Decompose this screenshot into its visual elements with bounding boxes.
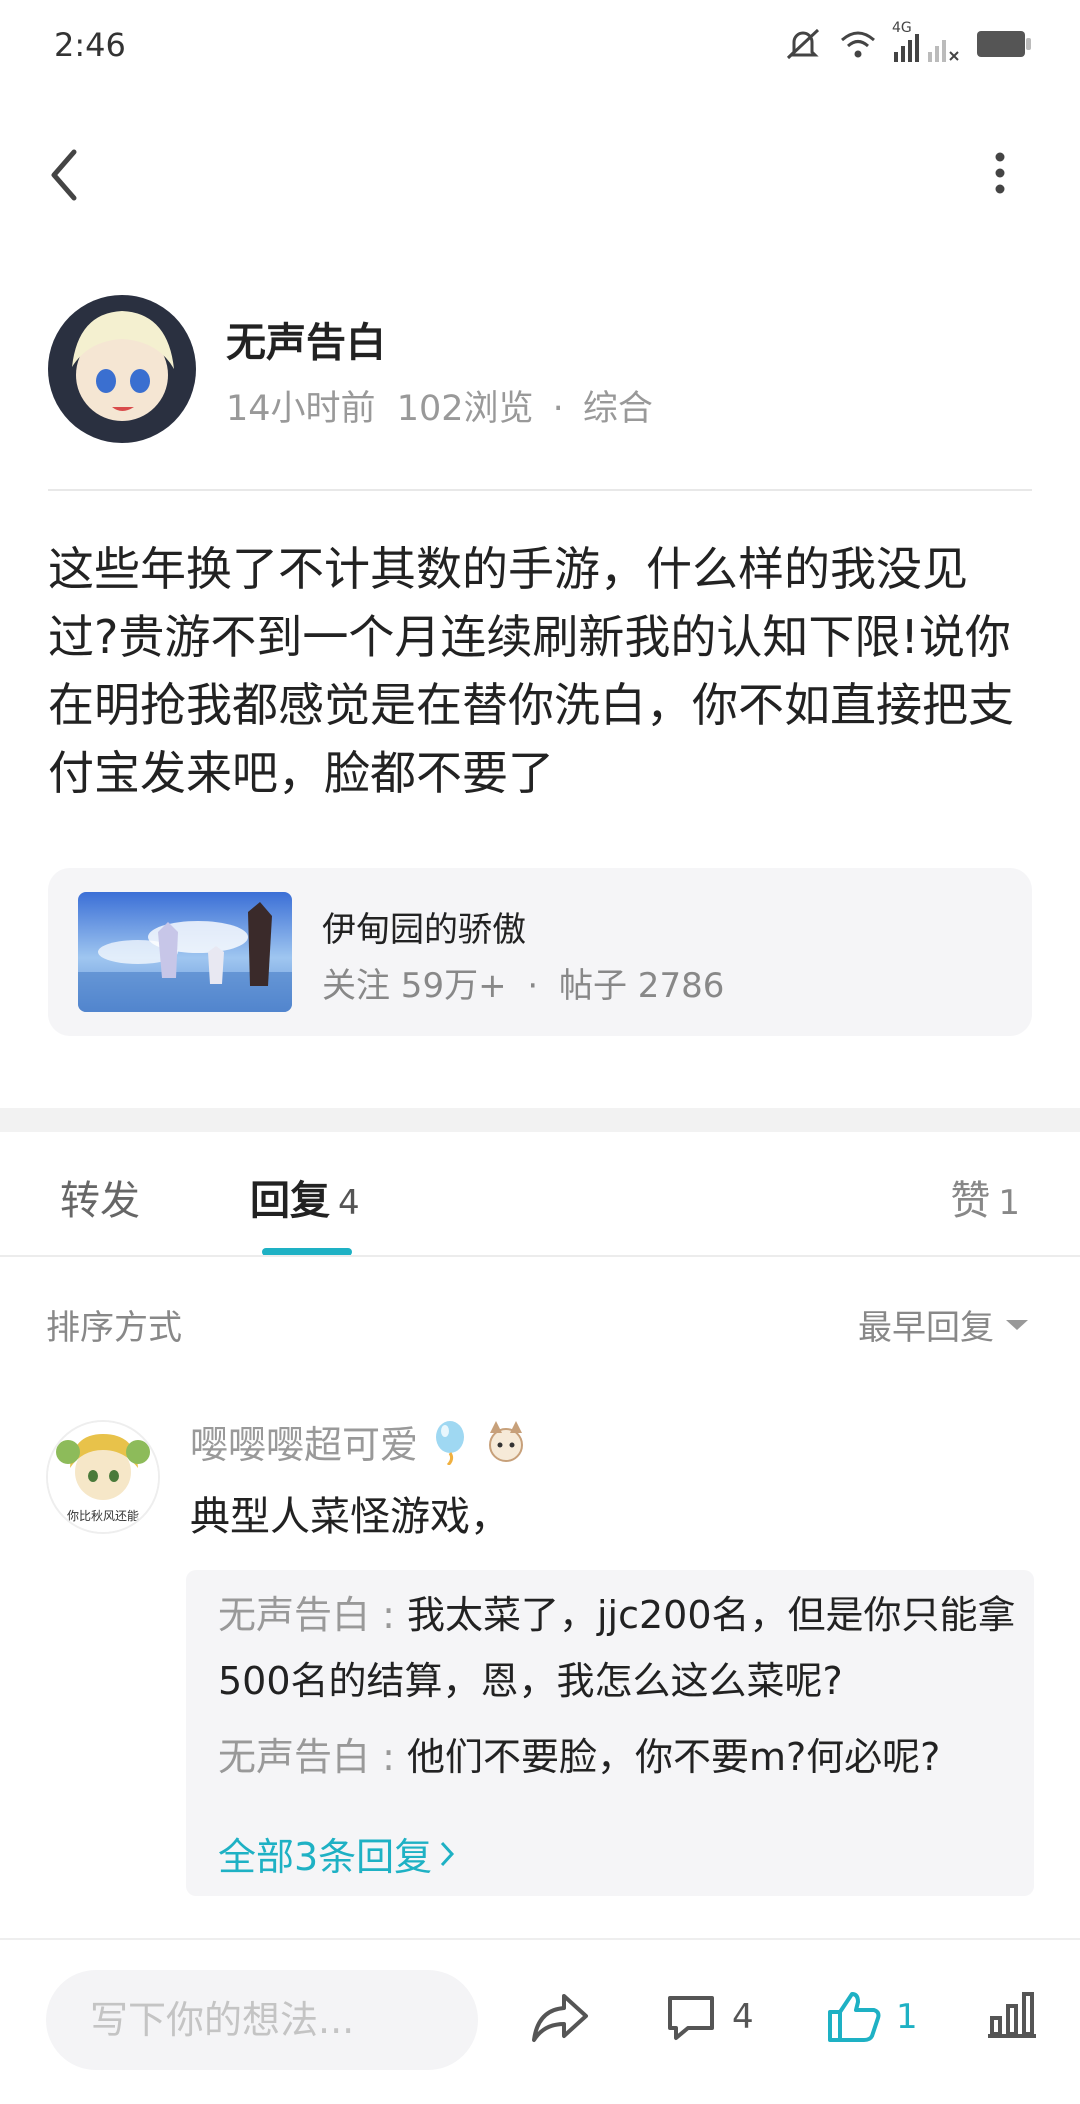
tab-reply-count: 4 xyxy=(338,1183,360,1223)
comment-icon xyxy=(668,1996,714,2040)
reply-sep: : xyxy=(370,1735,407,1779)
commenter-name-text: 嘤嘤嘤超可爱 xyxy=(190,1423,419,1467)
comment-input[interactable] xyxy=(46,1970,478,2070)
reply-sep: : xyxy=(370,1593,407,1637)
divider xyxy=(0,1255,1080,1257)
like-button[interactable]: 1 xyxy=(826,1990,918,2044)
all-replies-link[interactable]: 全部3条回复 xyxy=(218,1826,456,1881)
reply-author[interactable]: 无声告白 xyxy=(218,1593,370,1637)
commenter-name[interactable]: 嘤嘤嘤超可爱 xyxy=(190,1414,530,1469)
post-time: 14小时前 xyxy=(226,389,376,429)
share-icon xyxy=(532,1994,588,2042)
balloon-badge-icon xyxy=(436,1420,465,1465)
like-count: 1 xyxy=(896,1997,918,2037)
status-icons: 4G xyxy=(782,20,1032,64)
comment-button[interactable]: 4 xyxy=(664,1990,754,2044)
back-icon[interactable] xyxy=(40,140,90,210)
tab-like-label: 赞 xyxy=(950,1178,991,1224)
sort-label: 排序方式 xyxy=(46,1308,182,1348)
reply-text: 他们不要脸，你不要m?何必呢? xyxy=(406,1735,941,1779)
reply-box[interactable]: 无声告白 : 我太菜了，jjc200名，但是你只能拿500名的结算，恩，我怎么这… xyxy=(186,1570,1034,1896)
bottom-action-bar: 4 1 xyxy=(0,1938,1080,2104)
post-meta: 14小时前 102浏览 · 综合 xyxy=(226,380,653,431)
sort-select[interactable]: 最早回复 xyxy=(858,1300,1030,1349)
battery-icon xyxy=(977,31,1031,57)
tab-like-count: 1 xyxy=(998,1183,1020,1223)
stats-separator: · xyxy=(527,966,539,1006)
forum-posts: 帖子 2786 xyxy=(559,966,725,1006)
mute-bell-icon xyxy=(786,28,820,60)
tab-reply[interactable]: 回复 4 xyxy=(250,1168,360,1226)
character-badge-icon xyxy=(489,1420,524,1462)
forum-stats: 关注 59万+ · 帖子 2786 xyxy=(322,958,724,1007)
divider xyxy=(48,489,1032,491)
reply-item[interactable]: 无声告白 : 他们不要脸，你不要m?何必呢? xyxy=(218,1724,1018,1790)
author-name[interactable]: 无声告白 xyxy=(226,310,386,368)
reply-item[interactable]: 无声告白 : 我太菜了，jjc200名，但是你只能拿500名的结算，恩，我怎么这… xyxy=(218,1582,1018,1714)
share-button[interactable] xyxy=(530,1990,590,2046)
thumbs-up-icon xyxy=(828,1992,881,2042)
author-avatar[interactable] xyxy=(48,295,196,443)
bar-chart-icon xyxy=(988,1992,1036,2038)
post-body: 这些年换了不计其数的手游，什么样的我没见过?贵游不到一个月连续刷新我的认知下限!… xyxy=(48,542,1014,800)
more-options-icon[interactable] xyxy=(980,148,1020,198)
tab-repost[interactable]: 转发 xyxy=(60,1168,140,1226)
post-views: 102浏览 xyxy=(396,389,534,429)
commenter-avatar[interactable]: 你比秋风还能 xyxy=(46,1420,160,1534)
status-time: 2:46 xyxy=(54,26,126,64)
avatar-caption: 你比秋风还能 xyxy=(66,1509,139,1523)
forum-followers: 关注 59万+ xyxy=(322,966,507,1006)
stats-button[interactable] xyxy=(986,1990,1038,2040)
wifi-icon xyxy=(841,31,875,58)
caret-down-icon xyxy=(1006,1319,1028,1330)
section-gap xyxy=(0,1108,1080,1132)
forum-card[interactable]: 伊甸园的骄傲 关注 59万+ · 帖子 2786 xyxy=(48,868,1032,1036)
forum-name: 伊甸园的骄傲 xyxy=(322,910,526,950)
meta-separator: · xyxy=(552,389,564,429)
reply-author[interactable]: 无声告白 xyxy=(218,1735,370,1779)
sort-selected: 最早回复 xyxy=(858,1308,994,1348)
chevron-right-icon xyxy=(441,1841,455,1866)
comment-count: 4 xyxy=(732,1997,754,2037)
all-replies-label: 全部3条回复 xyxy=(218,1835,433,1879)
forum-thumbnail xyxy=(78,892,292,1012)
signal-4g-icon: 4G xyxy=(892,20,962,64)
post-category: 综合 xyxy=(582,389,653,429)
tab-like[interactable]: 赞1 xyxy=(950,1168,1020,1226)
comment-text: 典型人菜怪游戏， xyxy=(190,1494,510,1540)
tab-reply-label: 回复 xyxy=(250,1178,330,1224)
